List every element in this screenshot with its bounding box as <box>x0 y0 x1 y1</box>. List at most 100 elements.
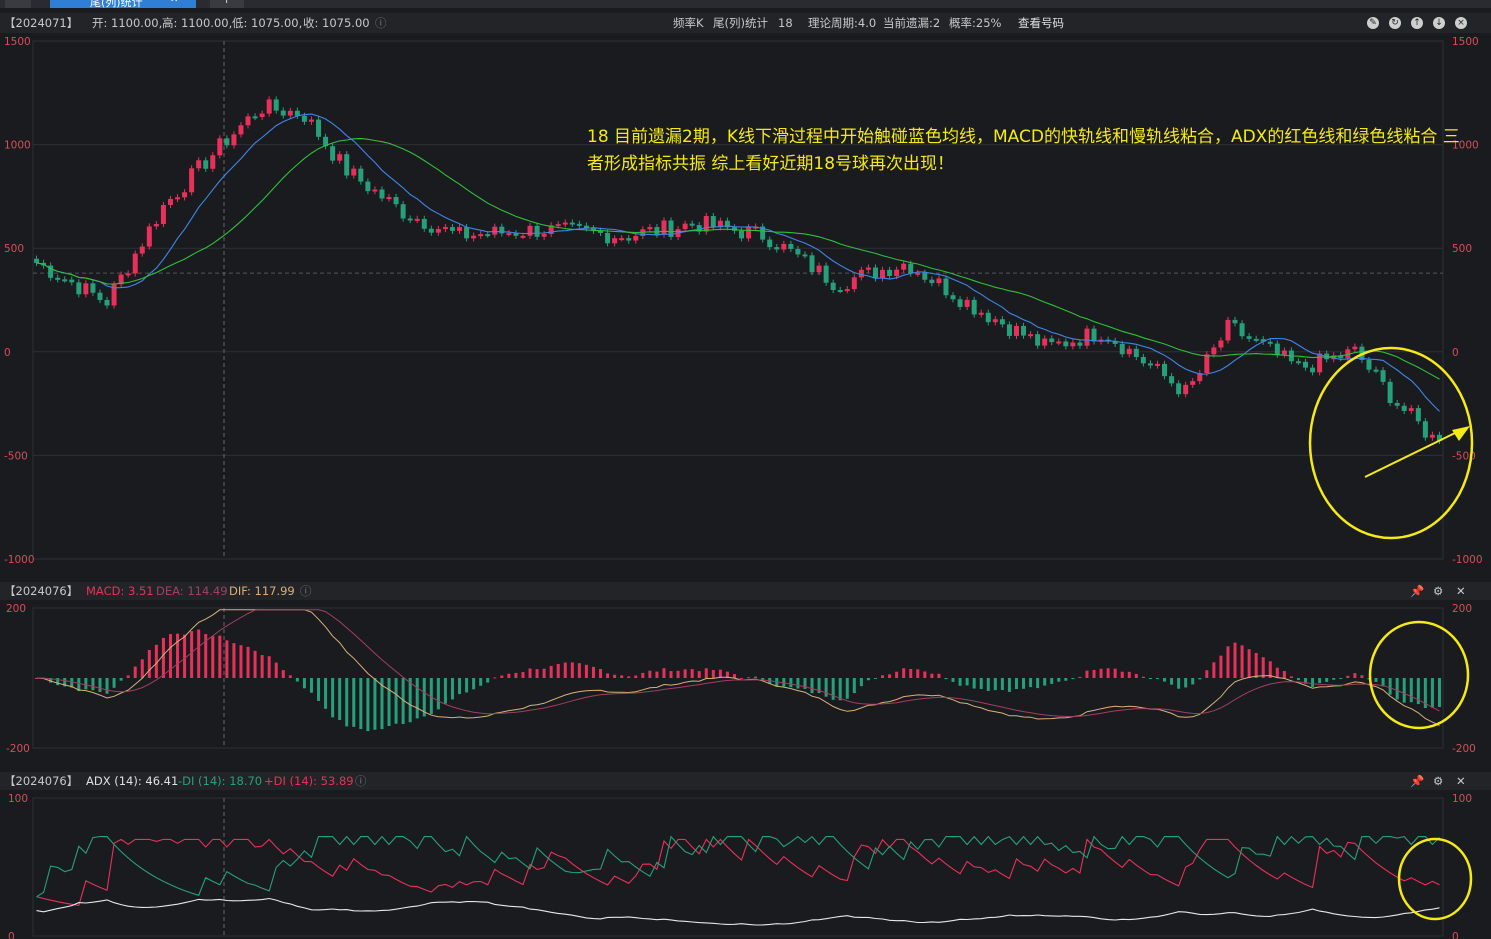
open-value: 开: 1100.00, <box>92 16 163 30</box>
macd-bar <box>1346 675 1350 678</box>
candle <box>1422 421 1428 438</box>
macd-bar <box>951 678 955 682</box>
macd-bar <box>747 677 751 679</box>
candle <box>865 267 871 270</box>
candle <box>1281 350 1287 355</box>
macd-bar <box>937 673 941 678</box>
adx-value: ADX (14): 46.41 <box>86 774 179 788</box>
candle <box>1380 370 1386 382</box>
freq-label: 频率K <box>673 16 704 30</box>
candle <box>1035 334 1041 346</box>
macd-bar <box>84 678 88 690</box>
edit-icon[interactable]: ✎ <box>1367 17 1379 29</box>
macd-bar <box>683 669 687 678</box>
close-value: 收: 1075.00 <box>303 16 370 30</box>
gear-icon[interactable]: ⚙ <box>1433 582 1443 600</box>
candle <box>400 204 406 219</box>
macd-bar <box>584 664 588 678</box>
macd-bar <box>1282 671 1286 678</box>
candle <box>442 227 448 230</box>
macd-bar <box>1261 657 1265 678</box>
candle <box>344 154 350 176</box>
tab-tail-stats[interactable]: 尾(列)统计 ✕ <box>50 0 196 9</box>
macd-bar <box>782 678 786 687</box>
candle <box>393 197 399 205</box>
macd-bar <box>1113 668 1117 678</box>
add-tab-button[interactable]: + <box>210 0 244 8</box>
candle <box>1169 376 1175 384</box>
pin-icon[interactable]: 📌 <box>1410 582 1424 600</box>
macd-bar <box>634 675 638 678</box>
tab-close-icon[interactable]: ✕ <box>170 0 178 5</box>
help-icon[interactable]: ⓘ <box>300 582 312 600</box>
candle <box>160 204 166 225</box>
macd-bar <box>852 678 856 694</box>
macd-bar <box>1212 662 1216 678</box>
view-numbers-button[interactable]: 查看号码 <box>1018 13 1064 33</box>
candle <box>1183 384 1189 395</box>
candle <box>880 269 886 279</box>
macd-bar <box>211 636 215 678</box>
macd-bar <box>260 655 264 678</box>
dea-value: DEA: 114.49 <box>156 584 228 598</box>
candle <box>153 224 159 227</box>
macd-bar <box>91 678 95 691</box>
macd-bar <box>662 668 666 678</box>
candle <box>231 134 237 146</box>
candle <box>520 235 526 238</box>
candle <box>1246 336 1252 339</box>
macd-bar <box>168 634 172 678</box>
candle <box>308 119 314 122</box>
gear-icon[interactable]: ⚙ <box>1433 772 1443 790</box>
low-value: 低: 1075.00, <box>232 16 303 30</box>
macd-bar <box>923 671 927 678</box>
macd-bar <box>387 678 391 726</box>
macd-bar <box>1141 676 1145 678</box>
macd-bar <box>197 629 201 678</box>
help-icon[interactable]: ⓘ <box>375 13 387 33</box>
macd-bar <box>1099 668 1103 678</box>
adx-line <box>36 897 1440 926</box>
close-icon[interactable]: ✕ <box>1456 772 1466 790</box>
close-icon[interactable]: ✕ <box>1456 582 1466 600</box>
candle <box>1028 334 1034 337</box>
macd-bar <box>225 640 229 678</box>
candle <box>964 299 970 307</box>
macd-bar <box>218 635 222 678</box>
candle <box>196 160 202 169</box>
macd-bar <box>1191 678 1195 685</box>
macd-bar <box>140 659 144 678</box>
candle <box>252 116 258 119</box>
candle <box>1204 354 1210 374</box>
highlight-circle <box>1308 346 1474 540</box>
candle <box>689 223 695 226</box>
candle <box>499 226 505 234</box>
candle <box>449 227 455 231</box>
help-icon[interactable]: ⓘ <box>355 772 367 790</box>
candle <box>1394 403 1400 406</box>
y-tick-right: 1500 <box>1452 36 1479 48</box>
up-icon[interactable]: ↑ <box>1411 17 1423 29</box>
candle <box>1225 319 1231 341</box>
candle <box>287 110 293 116</box>
candle <box>802 254 808 257</box>
macd-bar <box>253 650 257 678</box>
macd-bar <box>542 668 546 678</box>
home-icon[interactable] <box>5 0 31 8</box>
candle <box>83 283 89 295</box>
close-icon[interactable]: × <box>1455 17 1467 29</box>
candle <box>210 155 216 169</box>
candle <box>922 272 928 280</box>
macd-bar <box>591 666 595 678</box>
candle <box>739 230 745 239</box>
tail-value: 18 <box>778 16 793 30</box>
down-icon[interactable]: ↓ <box>1433 17 1445 29</box>
macd-bar <box>98 678 102 692</box>
pdi-value: +DI (14): 53.89 <box>264 774 354 788</box>
macd-bar <box>1071 678 1075 679</box>
refresh-icon[interactable]: ↻ <box>1389 17 1401 29</box>
pin-icon[interactable]: 📌 <box>1410 772 1424 790</box>
macd-bar <box>1120 671 1124 678</box>
y-tick-left: -1000 <box>4 554 35 566</box>
macd-chart: 200 200 -200 -200 <box>6 603 1476 755</box>
